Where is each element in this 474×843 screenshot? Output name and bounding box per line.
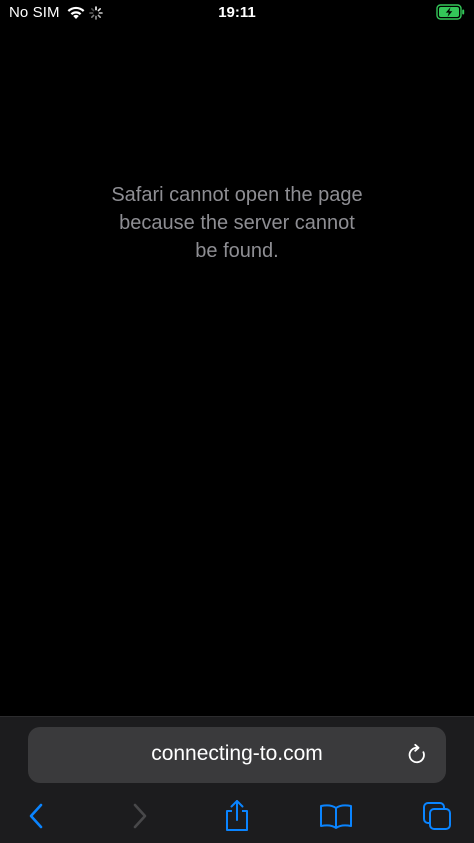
tabs-button[interactable] bbox=[417, 797, 457, 835]
reload-icon[interactable] bbox=[405, 743, 429, 767]
bookmarks-icon[interactable] bbox=[319, 803, 353, 829]
share-button[interactable] bbox=[217, 797, 257, 835]
share-icon[interactable] bbox=[223, 799, 251, 833]
status-time: 19:11 bbox=[218, 4, 256, 21]
tabs-icon[interactable] bbox=[421, 800, 453, 832]
error-message: Safari cannot open the page because the … bbox=[111, 184, 363, 262]
forward-icon[interactable] bbox=[129, 802, 149, 830]
status-bar: No SIM 19:11 bbox=[0, 0, 474, 26]
battery-charging-icon bbox=[436, 4, 466, 20]
address-bar[interactable]: connecting-to.com bbox=[28, 727, 446, 783]
bookmarks-button[interactable] bbox=[316, 797, 356, 835]
forward-button[interactable] bbox=[119, 797, 159, 835]
back-button[interactable] bbox=[17, 797, 57, 835]
back-icon[interactable] bbox=[27, 802, 47, 830]
url-text[interactable]: connecting-to.com bbox=[28, 742, 446, 766]
